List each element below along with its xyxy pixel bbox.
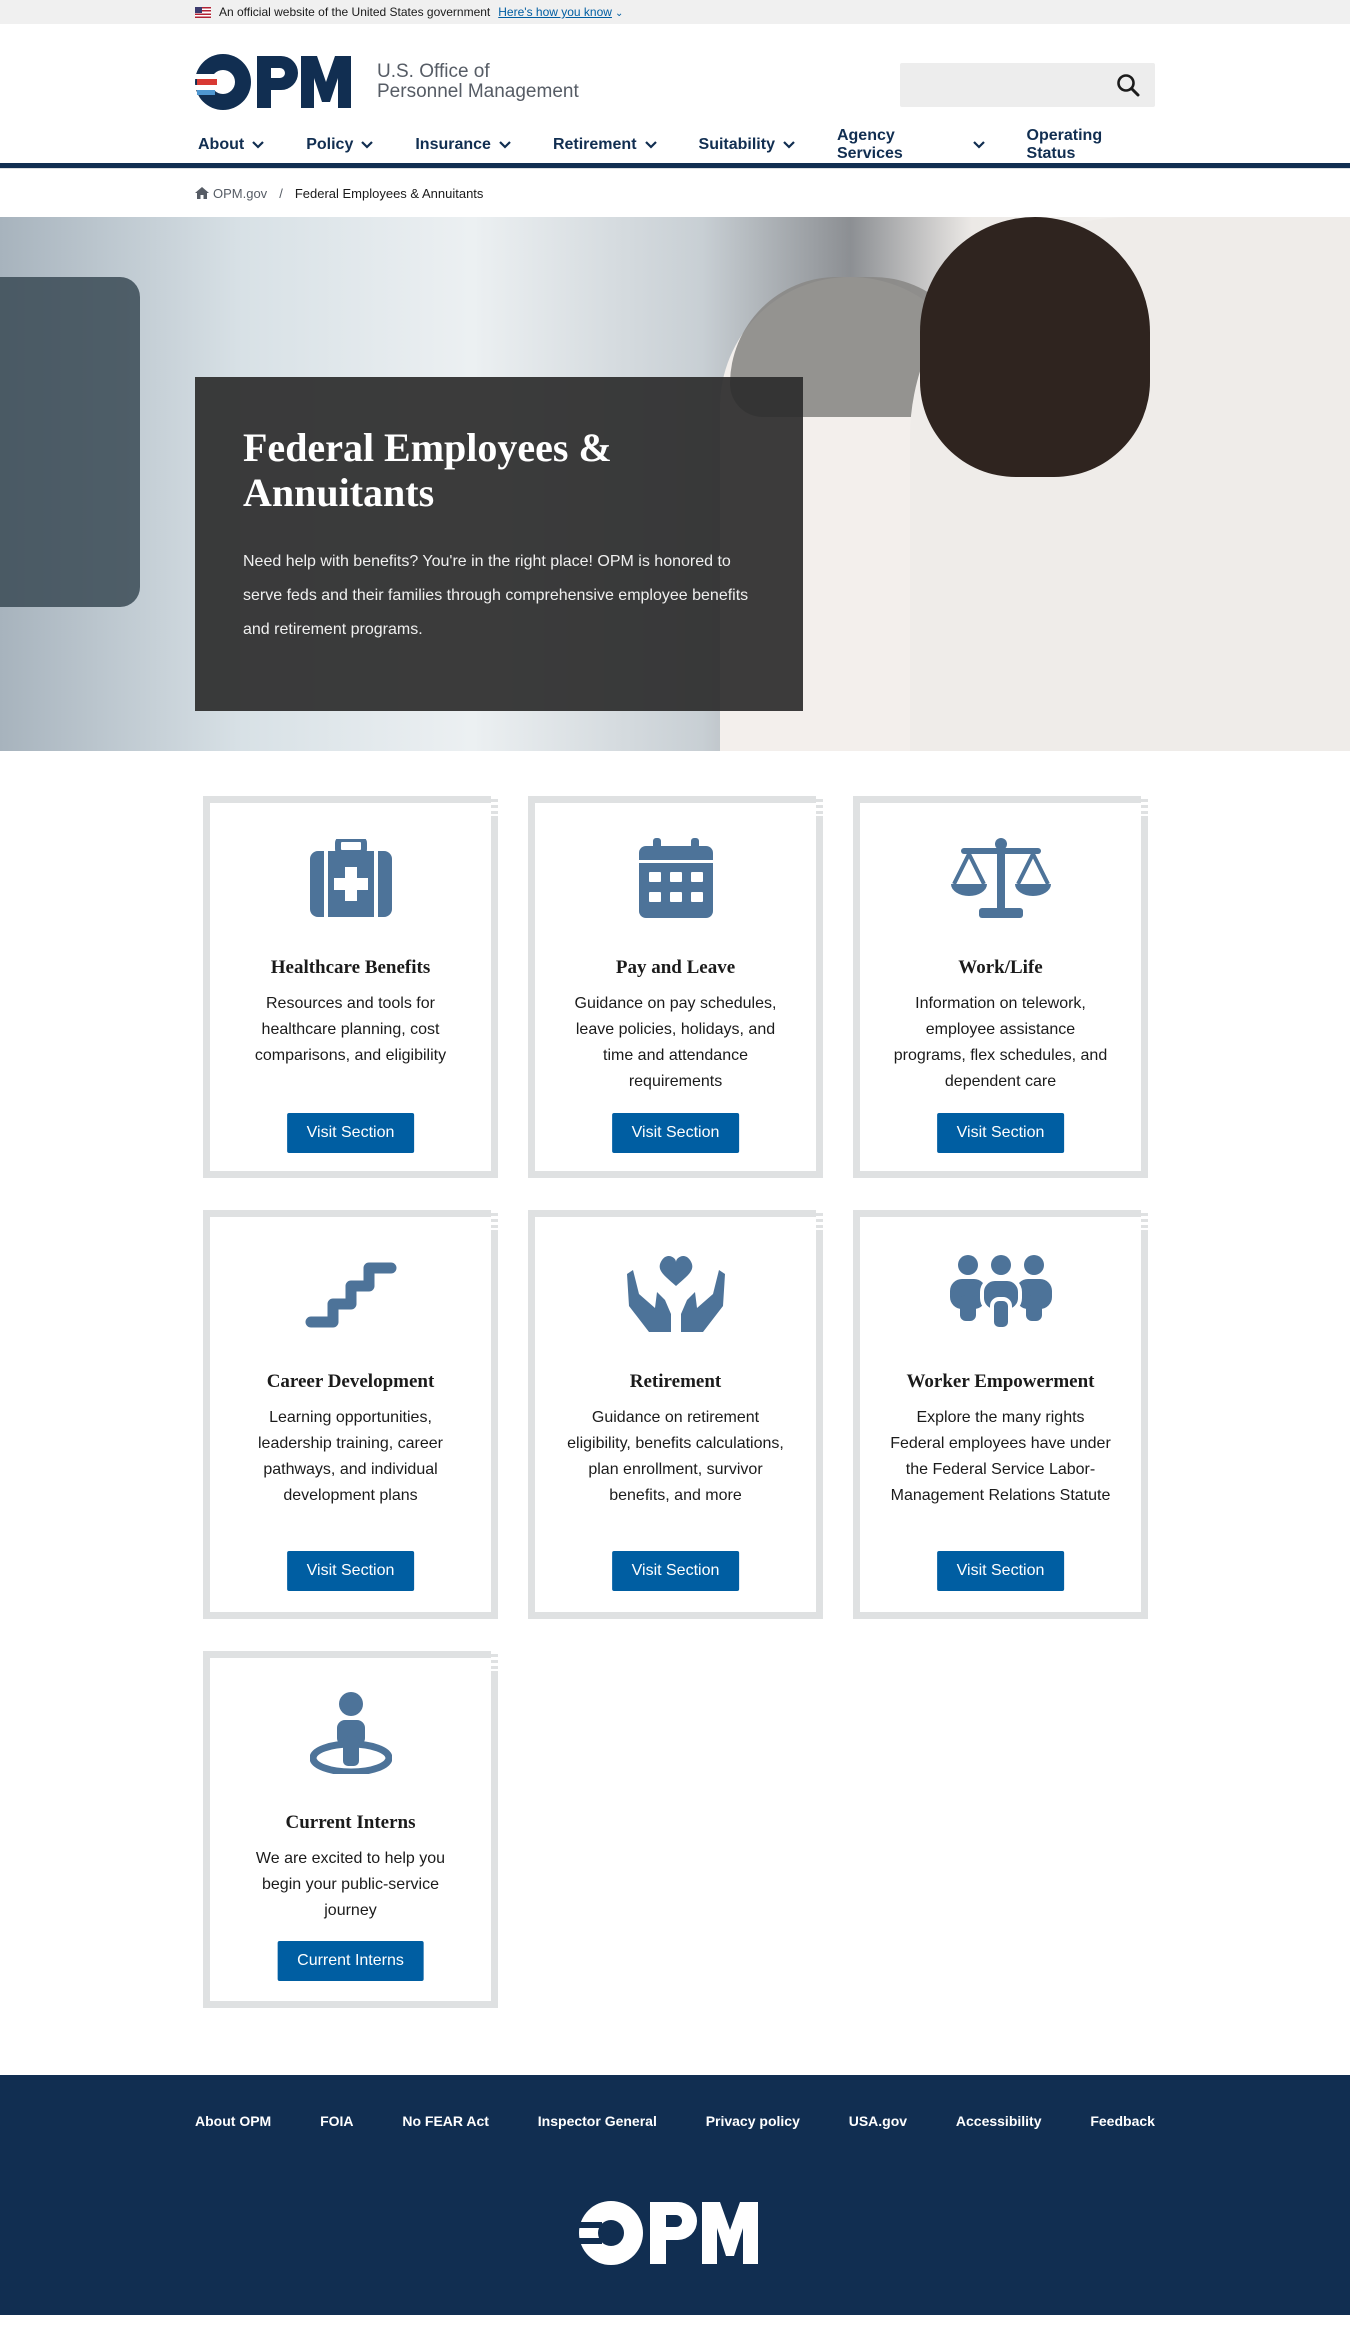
hero-photo-man-head	[920, 217, 1150, 477]
card-title: Retirement	[629, 1371, 722, 1392]
chevron-down-icon	[783, 139, 795, 151]
card-title: Career Development	[266, 1371, 435, 1392]
search-icon	[1117, 74, 1140, 97]
nav-item-label: Operating Status	[1026, 126, 1103, 162]
chevron-down-icon	[252, 139, 264, 151]
footer-links: About OPM FOIA No FEAR Act Inspector Genera…	[195, 2113, 1155, 2129]
card-healthcare-benefits: Healthcare Benefits Resources and tools f…	[203, 796, 498, 1178]
card-pay-and-leave: Pay and Leave Guidance on pay schedules, …	[528, 796, 823, 1178]
card-description: Explore the many rights Federal employee…	[890, 1409, 1111, 1504]
chevron-down-icon	[361, 139, 374, 151]
nav-item-retirement[interactable]: Retirement	[553, 136, 657, 158]
card-description: Guidance on retirement eligibility, bene…	[567, 1409, 784, 1504]
card-description: Information on telework, employee assist…	[893, 995, 1108, 1090]
card-worker-empowerment: Worker Empowerment Explore the many right…	[853, 1210, 1148, 1619]
visit-section-button[interactable]: Visit Section	[611, 1551, 740, 1591]
gov-banner: An official website of the United States…	[0, 0, 1350, 24]
card-retirement: Retirement Guidance on retirement eligibi…	[528, 1210, 823, 1619]
agency-name: U.S. Office of Personnel Management	[377, 62, 579, 102]
footer-link-inspector-general[interactable]: Inspector General	[538, 2113, 657, 2129]
card-description: Learning opportunities, leadership train…	[258, 1409, 443, 1504]
nav-item-label: Suitability	[698, 135, 775, 153]
nav-item-label: Retirement	[552, 135, 637, 153]
breadcrumb-current: Federal Employees & Annuitants	[294, 185, 484, 201]
visit-section-button[interactable]: Current Interns	[277, 1941, 424, 1981]
hero-photo-monitor	[0, 277, 140, 607]
footer-link-feedback[interactable]: Feedback	[1090, 2113, 1155, 2129]
chevron-down-icon	[972, 139, 985, 151]
nav-item-agency-services[interactable]: Agency Services	[837, 127, 985, 167]
us-flag-icon	[195, 6, 211, 18]
gov-banner-text: An official website of the United States…	[219, 5, 491, 19]
hero-description: Need help with benefits? You're in the r…	[243, 553, 749, 638]
visit-section-button[interactable]: Visit Section	[936, 1551, 1065, 1591]
visit-section-button[interactable]: Visit Section	[936, 1113, 1065, 1153]
nav-item-label: Agency Services	[836, 126, 903, 162]
main-nav: About Policy Insurance Retirement Suitabilit…	[0, 127, 1350, 168]
group-icon	[860, 1247, 1141, 1337]
card-career-development: Career Development Learning opportunities…	[203, 1210, 498, 1619]
card-description: Guidance on pay schedules, leave policie…	[574, 995, 777, 1090]
search-box	[900, 63, 1155, 107]
agency-name-line2: Personnel Management	[377, 81, 579, 102]
nav-item-operating-status[interactable]: Operating Status	[1027, 127, 1155, 167]
visit-section-button[interactable]: Visit Section	[286, 1113, 415, 1153]
agency-name-line1: U.S. Office of	[377, 61, 490, 82]
breadcrumb-home-label: OPM.gov	[213, 185, 268, 201]
breadcrumb-home-link[interactable]: OPM.gov	[195, 186, 267, 201]
site-footer: About OPM FOIA No FEAR Act Inspector Genera…	[0, 2075, 1350, 2315]
card-description: We are excited to help you begin your pu…	[255, 1850, 446, 1919]
hero-text-box: Federal Employees & Annuitants Need help…	[195, 377, 803, 711]
card-title: Pay and Leave	[615, 957, 736, 978]
how-you-know-label: Here's how you know	[498, 5, 612, 19]
search-button[interactable]	[1113, 70, 1143, 100]
card-title: Work/Life	[958, 957, 1043, 978]
card-title: Healthcare Benefits	[270, 957, 431, 978]
footer-link-about-opm[interactable]: About OPM	[195, 2113, 271, 2129]
scale-icon	[860, 833, 1141, 923]
calendar-icon	[535, 833, 816, 923]
chevron-down-icon	[499, 139, 511, 151]
card-title: Current Interns	[285, 1812, 416, 1833]
nav-item-insurance[interactable]: Insurance	[415, 136, 511, 158]
person-location-icon	[210, 1688, 491, 1778]
nav-item-suitability[interactable]: Suitability	[699, 136, 795, 158]
footer-opm-logo-icon[interactable]	[578, 2200, 768, 2266]
stairs-icon	[210, 1247, 491, 1337]
card-title: Worker Empowerment	[906, 1371, 1095, 1392]
hands-heart-icon	[535, 1247, 816, 1337]
medical-kit-icon	[210, 833, 491, 923]
chevron-down-icon: ⌄	[614, 8, 624, 19]
nav-item-label: Policy	[306, 135, 354, 153]
visit-section-button[interactable]: Visit Section	[286, 1551, 415, 1591]
card-work-life: Work/Life Information on telework, employ…	[853, 796, 1148, 1178]
site-header: U.S. Office of Personnel Management	[0, 24, 1350, 130]
section-cards: Healthcare Benefits Resources and tools f…	[0, 751, 1350, 2075]
breadcrumb: OPM.gov / Federal Employees & Annuitants	[0, 168, 1350, 217]
footer-link-privacy-policy[interactable]: Privacy policy	[706, 2113, 800, 2129]
footer-link-usa-gov[interactable]: USA.gov	[849, 2113, 907, 2129]
visit-section-button[interactable]: Visit Section	[611, 1113, 740, 1153]
footer-link-no-fear-act[interactable]: No FEAR Act	[402, 2113, 489, 2129]
breadcrumb-separator: /	[279, 185, 283, 201]
how-you-know-link[interactable]: Here's how you know ⌄	[498, 5, 623, 19]
footer-link-accessibility[interactable]: Accessibility	[956, 2113, 1042, 2129]
nav-item-label: About	[198, 135, 245, 153]
card-current-interns: Current Interns We are excited to help yo…	[203, 1651, 498, 2008]
page-title: Federal Employees & Annuitants	[243, 425, 612, 515]
nav-item-label: Insurance	[415, 135, 491, 153]
nav-item-about[interactable]: About	[198, 136, 264, 158]
hero-banner: Federal Employees & Annuitants Need help…	[0, 217, 1350, 751]
opm-logo-mark-icon	[195, 54, 351, 110]
home-icon	[195, 187, 209, 199]
nav-item-policy[interactable]: Policy	[306, 135, 374, 158]
card-description: Resources and tools for healthcare plann…	[254, 995, 447, 1064]
search-input[interactable]	[900, 63, 1100, 107]
chevron-down-icon	[644, 139, 657, 151]
footer-link-foia[interactable]: FOIA	[320, 2113, 353, 2129]
opm-logo[interactable]: U.S. Office of Personnel Management	[195, 54, 579, 110]
